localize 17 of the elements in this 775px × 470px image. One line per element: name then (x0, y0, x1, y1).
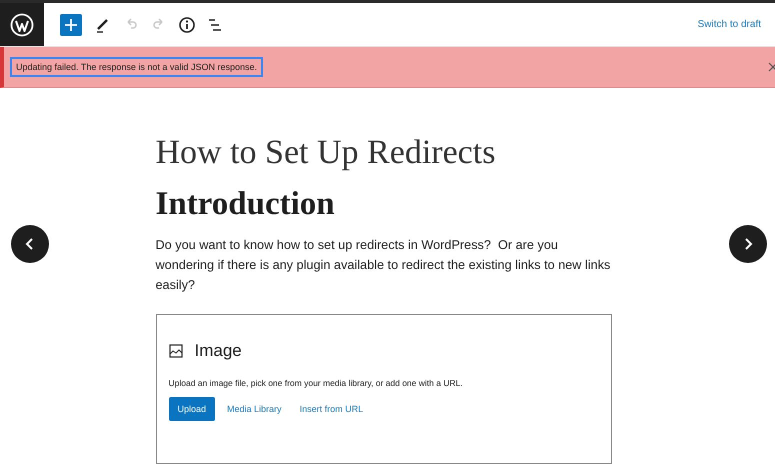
close-icon[interactable] (768, 62, 775, 72)
plus-icon (64, 18, 78, 32)
wordpress-logo-icon[interactable] (0, 3, 44, 46)
add-block-button[interactable] (60, 14, 82, 36)
paragraph-text[interactable]: Do you want to know how to set up redirects in WordPress? Or are you wondering if there is any plugin available to redirect the existing links to new links easily? (156, 235, 612, 295)
next-arrow-button[interactable] (729, 225, 767, 263)
upload-button[interactable]: Upload (168, 397, 216, 421)
link-button[interactable]: Insert from URL (294, 397, 370, 421)
post-title[interactable]: How to Set Up Redirects (156, 134, 612, 172)
switch-to-draft-link[interactable]: Switch to draft (698, 19, 761, 30)
section-heading[interactable]: Introduction (156, 186, 612, 223)
image-icon (168, 344, 182, 358)
block-instructions: Upload an image file, pick one from your media library, or add one with a URL. (168, 378, 464, 388)
error-message: Updating failed. The response is not a valid JSON response. (10, 57, 263, 77)
previous-arrow-button[interactable] (11, 225, 49, 263)
block-label: Image (194, 341, 242, 361)
link-button[interactable]: Media Library (221, 397, 288, 421)
